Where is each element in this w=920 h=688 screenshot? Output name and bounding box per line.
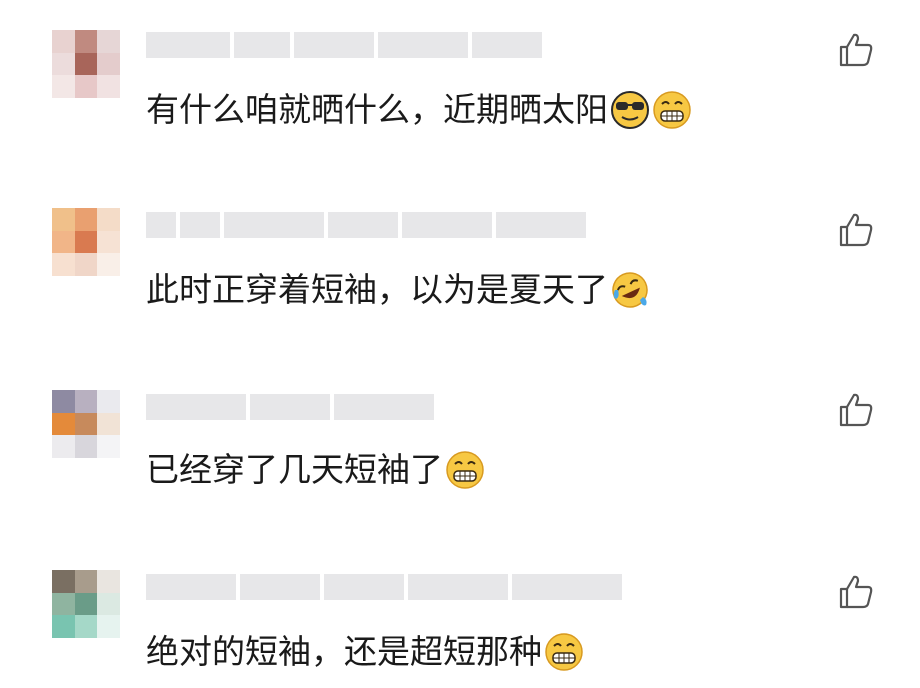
comment-item: 绝对的短袖，还是超短那种: [0, 0, 920, 671]
comment-text-content: 绝对的短袖，还是超短那种: [146, 632, 542, 671]
laugh-cry-emoji: [612, 272, 648, 308]
thumbs-up-icon[interactable]: [836, 390, 876, 430]
comment-text-content: 已经穿了几天短袖了: [146, 450, 443, 489]
grin-emoji: [446, 451, 484, 489]
username-blurred[interactable]: [146, 212, 586, 238]
avatar[interactable]: [52, 390, 120, 458]
comment-text: 绝对的短袖，还是超短那种: [146, 630, 584, 674]
thumbs-up-icon[interactable]: [836, 210, 876, 250]
username-blurred[interactable]: [146, 574, 622, 600]
username-blurred[interactable]: [146, 394, 434, 420]
comment-text-content: 此时正穿着短袖，以为是夏天了: [146, 270, 608, 309]
avatar[interactable]: [52, 208, 120, 276]
comment-text: 已经穿了几天短袖了: [146, 448, 485, 492]
grin-emoji: [545, 633, 583, 671]
thumbs-up-icon[interactable]: [836, 572, 876, 612]
comment-text: 此时正穿着短袖，以为是夏天了: [146, 268, 650, 312]
avatar[interactable]: [52, 570, 120, 638]
